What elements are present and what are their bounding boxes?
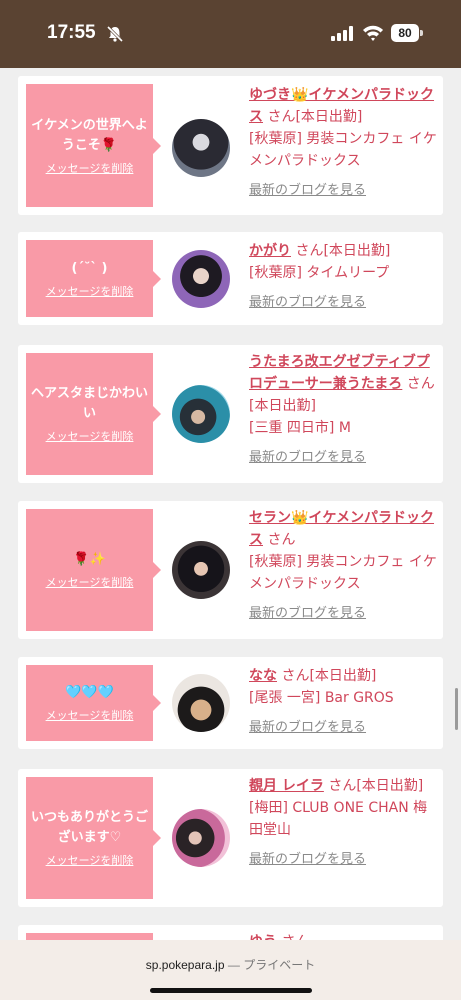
cast-status: さん[本日出勤] bbox=[281, 668, 377, 684]
cast-name-link[interactable]: かがり bbox=[249, 243, 291, 259]
delete-message-link[interactable]: メッセージを削除 bbox=[46, 428, 134, 444]
delete-message-link[interactable]: メッセージを削除 bbox=[46, 574, 134, 590]
message-bubble: ヘアスタまじかわいい メッセージを削除 bbox=[26, 353, 161, 475]
cast-shop: [尾張 一宮] Bar GROS bbox=[249, 690, 394, 706]
message-text: (ˊ˘ˋ ) bbox=[71, 260, 108, 276]
message-bubble: 🌹✨ メッセージを削除 bbox=[26, 509, 161, 631]
delete-message-link[interactable]: メッセージを削除 bbox=[46, 283, 134, 299]
cast-shop: [秋葉原] 男装コンカフェ イケメンパラドックス bbox=[249, 554, 437, 592]
message-card: 🩵🩵🩵 メッセージを削除 なな さん[本日出勤] [尾張 一宮] Bar GRO… bbox=[18, 657, 443, 749]
cast-name-link[interactable]: 覩月 レイラ bbox=[249, 778, 324, 794]
cast-info: なな さん[本日出勤] [尾張 一宮] Bar GROS 最新のブログを見る bbox=[249, 665, 439, 739]
cast-shop: [三重 四日市] M bbox=[249, 420, 351, 436]
avatar[interactable] bbox=[172, 385, 230, 443]
message-text: 🩵🩵🩵 bbox=[65, 685, 114, 700]
cast-info: うたまろ改エグゼブティブプロデューサー兼うたまろ さん[本日出勤] [三重 四日… bbox=[249, 351, 439, 469]
status-time: 17:55 bbox=[47, 22, 96, 43]
cast-info: ゆづき👑イケメンパラドックス さん[本日出勤] [秋葉原] 男装コンカフェ イケ… bbox=[249, 84, 439, 202]
avatar[interactable] bbox=[172, 119, 230, 177]
message-text: いつもありがとうございます♡ bbox=[30, 810, 148, 845]
message-card: イケメンの世界へようこそ🌹 メッセージを削除 ゆづき👑イケメンパラドックス さん… bbox=[18, 76, 443, 215]
cast-shop: [秋葉原] タイムリープ bbox=[249, 265, 390, 281]
latest-blog-link[interactable]: 最新のブログを見る bbox=[249, 292, 439, 314]
latest-blog-link[interactable]: 最新のブログを見る bbox=[249, 603, 439, 625]
message-text: ヘアスタまじかわいい bbox=[30, 386, 148, 421]
message-card: いつもありがとうございます♡ メッセージを削除 覩月 レイラ さん[本日出勤] … bbox=[18, 769, 443, 907]
cast-status: さん[本日出勤] bbox=[328, 778, 424, 794]
status-bar: 17:55 80 bbox=[0, 0, 461, 68]
avatar[interactable] bbox=[172, 541, 230, 599]
delete-message-link[interactable]: メッセージを削除 bbox=[46, 852, 134, 868]
message-card: 🌹✨ メッセージを削除 セラン👑イケメンパラドックス さん [秋葉原] 男装コン… bbox=[18, 501, 443, 639]
cast-name-link[interactable]: なな bbox=[249, 668, 277, 684]
message-bubble: 🩵🩵🩵 メッセージを削除 bbox=[26, 665, 161, 741]
avatar[interactable] bbox=[172, 250, 230, 308]
browser-address-bar[interactable]: sp.pokepara.jp — プライベート bbox=[0, 940, 461, 1000]
message-feed[interactable]: イケメンの世界へようこそ🌹 メッセージを削除 ゆづき👑イケメンパラドックス さん… bbox=[0, 68, 461, 1000]
cast-info: 覩月 レイラ さん[本日出勤] [梅田] CLUB ONE CHAN 梅田堂山 … bbox=[249, 775, 439, 871]
message-bubble: いつもありがとうございます♡ メッセージを削除 bbox=[26, 777, 161, 899]
latest-blog-link[interactable]: 最新のブログを見る bbox=[249, 849, 439, 871]
cast-shop: [梅田] CLUB ONE CHAN 梅田堂山 bbox=[249, 800, 428, 838]
latest-blog-link[interactable]: 最新のブログを見る bbox=[249, 180, 439, 202]
cast-status: さん[本日出勤] bbox=[295, 243, 391, 259]
cast-info: セラン👑イケメンパラドックス さん [秋葉原] 男装コンカフェ イケメンパラドッ… bbox=[249, 507, 439, 625]
message-text: 🌹✨ bbox=[73, 552, 106, 567]
battery-icon: 80 bbox=[391, 24, 423, 42]
cast-info: かがり さん[本日出勤] [秋葉原] タイムリープ 最新のブログを見る bbox=[249, 240, 439, 314]
avatar[interactable] bbox=[172, 809, 230, 867]
scroll-indicator[interactable] bbox=[455, 688, 458, 730]
url-text[interactable]: sp.pokepara.jp — プライベート bbox=[0, 956, 461, 973]
message-bubble: (ˊ˘ˋ ) メッセージを削除 bbox=[26, 240, 161, 317]
message-text: イケメンの世界へようこそ🌹 bbox=[31, 117, 148, 153]
cast-name-link[interactable]: うたまろ改エグゼブティブプロデューサー兼うたまろ bbox=[249, 354, 430, 392]
cellular-signal-icon bbox=[331, 26, 353, 41]
avatar[interactable] bbox=[172, 674, 230, 732]
delete-message-link[interactable]: メッセージを削除 bbox=[46, 160, 134, 176]
home-indicator[interactable] bbox=[150, 988, 312, 993]
battery-level: 80 bbox=[391, 24, 419, 42]
message-card: (ˊ˘ˋ ) メッセージを削除 かがり さん[本日出勤] [秋葉原] タイムリー… bbox=[18, 232, 443, 325]
wifi-icon bbox=[363, 25, 383, 41]
bell-muted-icon bbox=[106, 25, 124, 43]
message-bubble: イケメンの世界へようこそ🌹 メッセージを削除 bbox=[26, 84, 161, 207]
private-mode-label: — プライベート bbox=[227, 958, 316, 972]
latest-blog-link[interactable]: 最新のブログを見る bbox=[249, 717, 439, 739]
url-domain: sp.pokepara.jp bbox=[145, 958, 225, 972]
cast-shop: [秋葉原] 男装コンカフェ イケメンパラドックス bbox=[249, 131, 437, 169]
latest-blog-link[interactable]: 最新のブログを見る bbox=[249, 447, 439, 469]
message-card: ヘアスタまじかわいい メッセージを削除 うたまろ改エグゼブティブプロデューサー兼… bbox=[18, 345, 443, 483]
delete-message-link[interactable]: メッセージを削除 bbox=[46, 707, 134, 723]
cast-status: さん bbox=[267, 532, 296, 548]
cast-status: さん[本日出勤] bbox=[267, 109, 363, 125]
